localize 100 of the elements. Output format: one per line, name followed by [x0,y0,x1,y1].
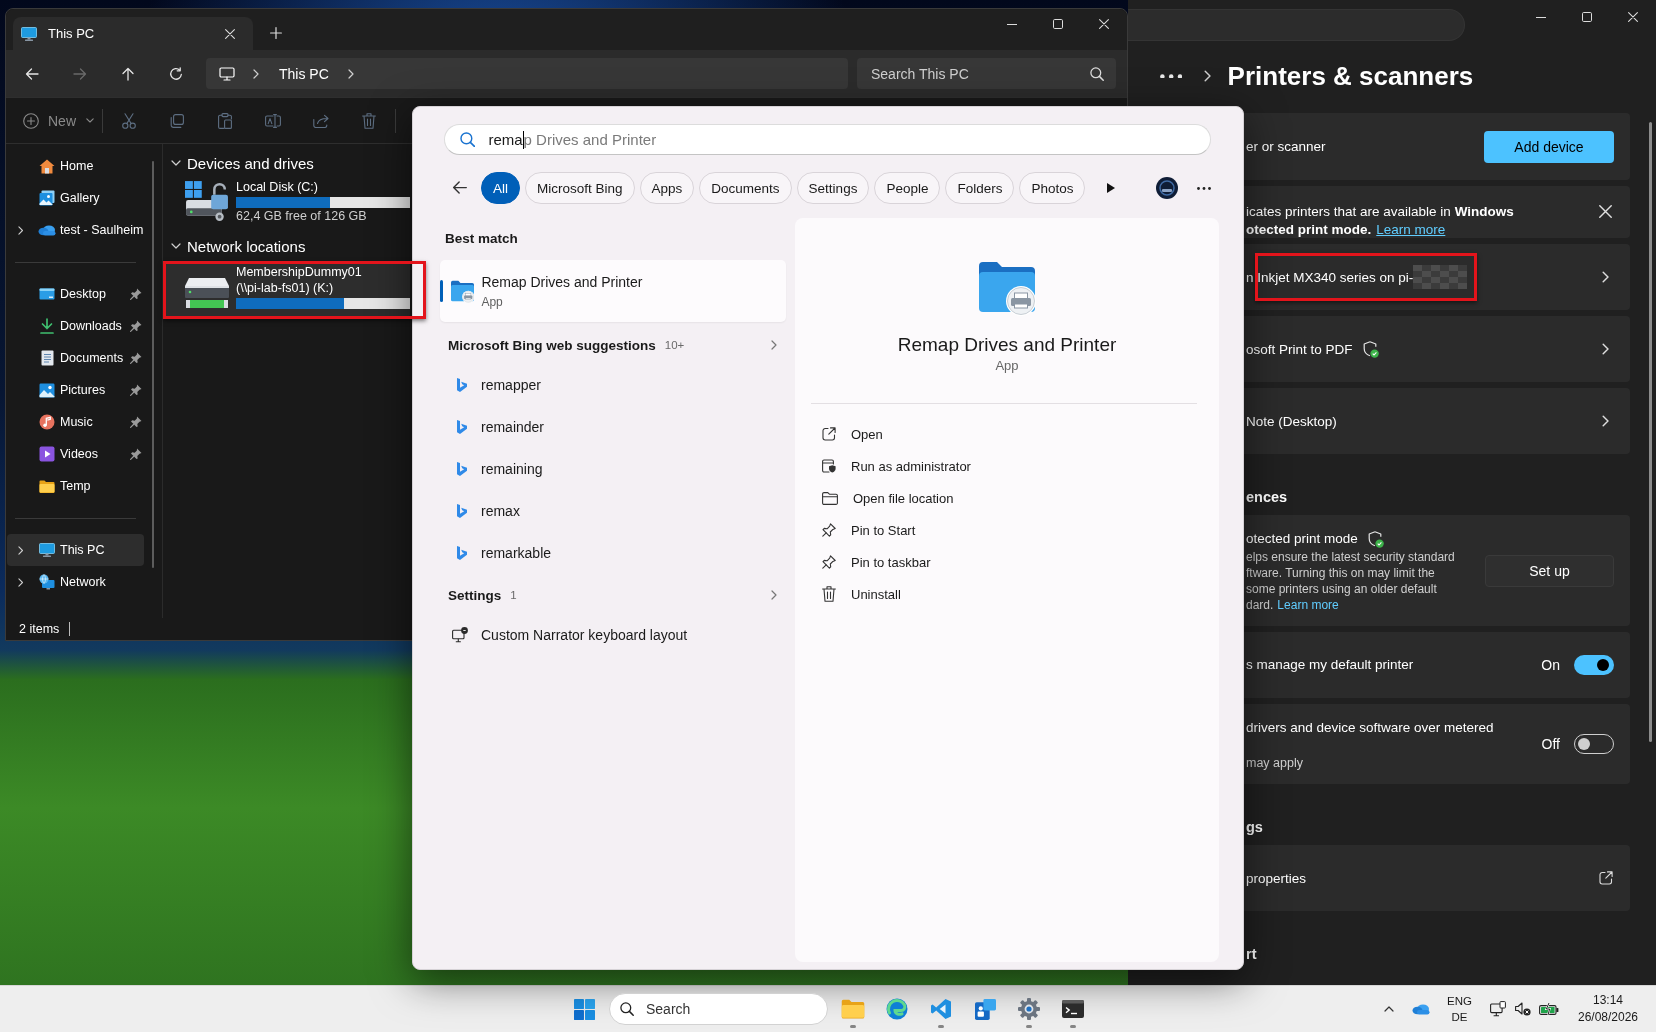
sidebar-item[interactable]: Documents [7,342,144,374]
search-field[interactable] [1128,9,1465,41]
swirl-icon [886,998,908,1020]
sidebar-item[interactable]: Gallery [7,182,144,214]
printer-card[interactable]: n Inkjet MX340 series on pi- [1244,244,1630,310]
selection-bar [440,280,443,302]
breadcrumb-item[interactable]: This PC [273,61,335,86]
result-count: 1 [510,589,517,601]
action-item[interactable]: Pin to taskbar [822,546,931,578]
folder-icon [822,491,838,505]
search-result[interactable]: Remap Drives and Printer App [440,260,786,322]
filter-tab[interactable]: Documents [699,172,792,204]
b-logo-icon [457,462,467,476]
sidebar-item[interactable]: test - Saulheim [7,214,144,246]
section-heading: gs [1245,818,1263,837]
sidebar-item[interactable]: Downloads [7,310,144,342]
chevron-right-icon [1601,343,1609,355]
speaker-muted-icon[interactable] [1515,1002,1531,1016]
filter-tab[interactable]: Settings [796,172,870,204]
suggestion-item[interactable]: remax [440,490,520,532]
toggle-switch[interactable] [1574,655,1614,675]
suggestion-item[interactable]: remaining [440,448,543,490]
cloud-icon [38,224,56,236]
card-title: properties [1246,870,1307,886]
arrow-left-icon [452,181,468,195]
group-header[interactable]: Network locations [163,234,306,258]
cloud-icon[interactable] [1412,1003,1431,1015]
action-item[interactable]: Open [822,418,883,450]
action-item[interactable]: Uninstall [822,578,901,610]
printer-card[interactable]: osoft Print to PDF [1244,316,1630,382]
monitor-network-icon[interactable] [1490,1001,1506,1017]
sidebar-item[interactable]: Home [7,150,144,182]
filter-tab[interactable]: Apps [639,172,695,204]
clock-time[interactable]: 13:14 [1593,992,1623,1009]
sidebar-item[interactable]: Temp [7,470,144,502]
suggestion-item[interactable]: remainder [440,406,545,448]
sidebar-item[interactable]: Music [7,406,144,438]
avatar-icon[interactable] [1156,177,1178,199]
scissors-icon [122,112,136,129]
keyboard-layout[interactable]: DE [1451,1009,1468,1025]
battery-charging-icon[interactable] [1539,1003,1559,1015]
section-header[interactable]: Settings 1 [440,585,786,605]
chevron-right-icon[interactable] [18,225,24,235]
sidebar-item[interactable]: Videos [7,438,144,470]
music-note-icon [39,414,55,430]
search-field[interactable]: Search This PC [857,58,1116,89]
filter-tab[interactable]: People [874,172,941,204]
drive-lock-icon [185,181,229,222]
chevron-down-icon [171,243,181,249]
action-item[interactable]: Run as administrator [822,450,971,482]
settings-card[interactable]: properties [1244,845,1630,911]
chevron-right-icon [347,68,354,79]
suggestion-item[interactable]: Custom Narrator keyboard layout [440,614,688,656]
filter-tab[interactable]: Photos [1019,172,1086,204]
minimize-icon [1536,16,1546,18]
more-button[interactable] [1160,73,1183,79]
address-bar[interactable]: This PC [206,58,848,89]
more-icon[interactable] [1197,186,1211,190]
sidebar-item[interactable]: This PC [7,534,144,566]
play-icon[interactable] [1107,183,1115,193]
globe-monitor-icon [39,574,55,590]
search-field[interactable]: remap Drives and Printer [444,124,1211,155]
drive-item[interactable]: MembershipDummy01 (\\pi-lab-fs01) (K:) [165,263,410,317]
learn-more-link[interactable]: Learn more [1376,222,1446,237]
plus-icon [270,27,282,39]
sidebar-item[interactable]: Pictures [7,374,144,406]
b-logo-icon [457,420,467,434]
caret-icon [86,118,94,123]
set-up-button[interactable]: Set up [1485,554,1614,587]
drive-item[interactable]: Local Disk (C:) 62,4 GB free of 126 GB [165,175,410,230]
result-title: Remap Drives and Printer [481,272,643,291]
sidebar-item[interactable]: Desktop [7,278,144,310]
window-tab[interactable]: This PC [13,17,253,50]
section-title: Settings [448,587,502,603]
learn-more-link[interactable]: Learn more [1277,598,1339,612]
pin-icon [822,555,836,569]
add-device-button[interactable]: Add device [1484,130,1614,163]
chevron-right-icon[interactable] [18,545,24,555]
clock-date[interactable]: 26/08/2026 [1577,1009,1639,1026]
chevron-right-icon [771,340,777,350]
result-count: 10+ [664,339,685,351]
monitor-icon [219,66,235,81]
group-header[interactable]: Devices and drives [163,151,314,175]
chevron-up-icon[interactable] [1384,1006,1395,1012]
action-item[interactable]: Pin to Start [822,514,916,546]
input-language[interactable]: ENG [1447,993,1472,1009]
filter-tab[interactable]: Folders [945,172,1015,204]
minimize-icon [1007,23,1017,25]
suggestion-item[interactable]: remapper [440,364,541,406]
action-item[interactable]: Open file location [822,482,954,514]
chevron-right-icon[interactable] [18,577,24,587]
printer-card[interactable]: Note (Desktop) [1244,388,1630,454]
scrollbar-thumb[interactable] [152,161,154,568]
filter-tab[interactable]: All [481,172,520,204]
suggestion-item[interactable]: remarkable [440,532,552,574]
scrollbar-thumb[interactable] [1649,122,1652,742]
section-header[interactable]: Microsoft Bing web suggestions 10+ [440,335,786,355]
sidebar-item[interactable]: Network [7,566,144,598]
arrow-left-icon [25,67,39,80]
filter-tab[interactable]: Microsoft Bing [525,172,635,204]
